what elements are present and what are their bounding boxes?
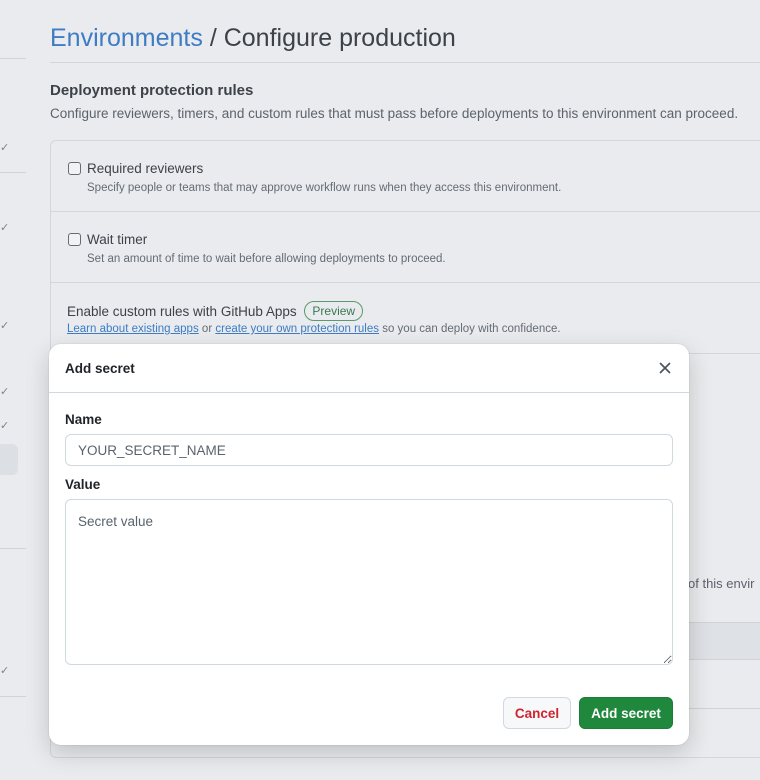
x-icon: [659, 362, 671, 374]
breadcrumb-separator: /: [209, 24, 217, 52]
page-title: Environments / Configure production: [50, 22, 456, 54]
add-secret-dialog: Add secret Name Value Cancel Add secret: [49, 344, 689, 745]
required-reviewers-checkbox[interactable]: [68, 162, 81, 175]
rule-divider: [51, 211, 760, 212]
breadcrumb-environments-link[interactable]: Environments: [50, 24, 203, 52]
sidebar-divider: [0, 172, 26, 173]
title-divider: [50, 62, 760, 63]
custom-rules-description: Learn about existing apps or create your…: [67, 323, 561, 335]
preview-badge: Preview: [304, 301, 364, 321]
check-icon: ✓: [0, 142, 10, 154]
check-icon: ✓: [0, 420, 10, 432]
wait-timer-checkbox[interactable]: [68, 233, 81, 246]
sidebar-divider: [0, 696, 26, 697]
background-text-fragment: of this envir: [688, 576, 755, 591]
sidebar-item-active[interactable]: [0, 444, 18, 475]
section-description: Configure reviewers, timers, and custom …: [50, 106, 739, 121]
dialog-title: Add secret: [65, 361, 135, 376]
check-icon: ✓: [0, 386, 10, 398]
custom-rules-suffix: so you can deploy with confidence.: [382, 323, 561, 335]
or-text: or: [201, 323, 213, 335]
create-protection-rules-link[interactable]: create your own protection rules: [215, 323, 379, 335]
required-reviewers-description: Specify people or teams that may approve…: [87, 182, 562, 194]
check-icon: ✓: [0, 222, 10, 234]
background-row: [680, 622, 760, 660]
sidebar: ✓ ✓ ✓ ✓ ✓ ✓: [0, 0, 26, 780]
learn-existing-apps-link[interactable]: Learn about existing apps: [67, 323, 199, 335]
cancel-button[interactable]: Cancel: [503, 697, 571, 729]
dialog-header: Add secret: [49, 344, 689, 393]
custom-rules-heading: Enable custom rules with GitHub Apps Pre…: [67, 301, 364, 321]
sidebar-divider: [0, 548, 26, 549]
section-heading: Deployment protection rules: [50, 82, 254, 99]
custom-rules-title: Enable custom rules with GitHub Apps: [67, 304, 297, 319]
background-divider: [680, 708, 760, 709]
name-label: Name: [65, 412, 102, 427]
wait-timer-description: Set an amount of time to wait before all…: [87, 253, 446, 265]
check-icon: ✓: [0, 320, 10, 332]
wait-timer-label[interactable]: Wait timer: [87, 232, 147, 247]
secret-name-input[interactable]: [65, 434, 673, 466]
sidebar-divider: [0, 58, 26, 59]
required-reviewers-label[interactable]: Required reviewers: [87, 161, 203, 176]
add-secret-button[interactable]: Add secret: [579, 697, 673, 729]
close-button[interactable]: [653, 356, 677, 380]
rule-divider: [51, 282, 760, 283]
value-label: Value: [65, 477, 101, 492]
breadcrumb-current: Configure production: [223, 24, 456, 52]
secret-value-textarea[interactable]: [65, 499, 673, 665]
check-icon: ✓: [0, 665, 10, 677]
